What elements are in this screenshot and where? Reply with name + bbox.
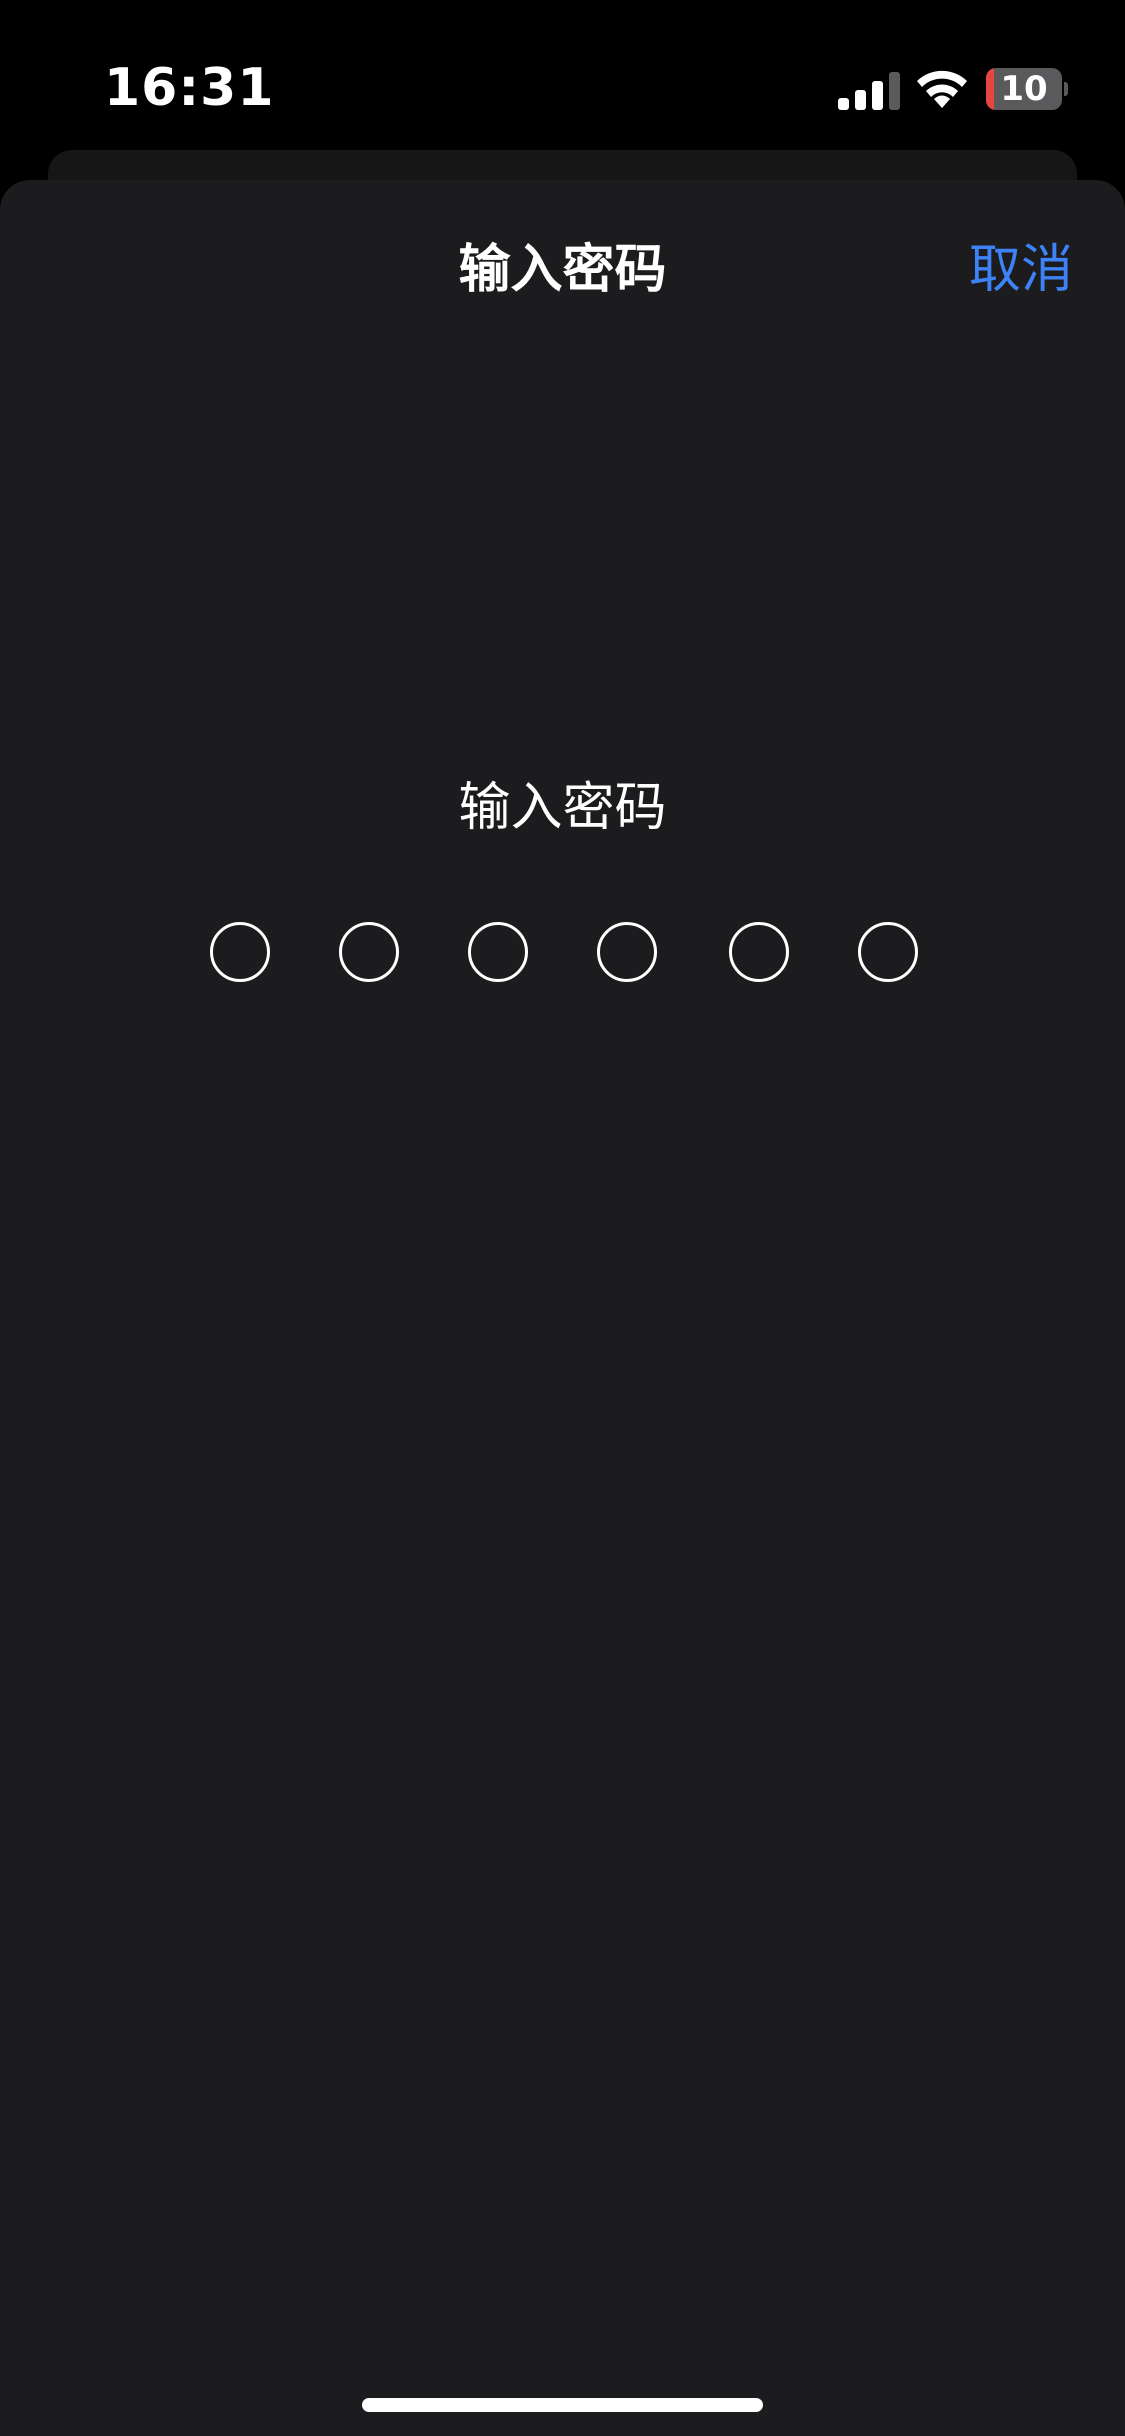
passcode-dot	[210, 922, 270, 982]
passcode-dot	[339, 922, 399, 982]
nav-title: 输入密码	[458, 240, 667, 300]
passcode-dot	[729, 922, 789, 982]
passcode-dot	[858, 922, 918, 982]
status-time: 16:31	[104, 58, 275, 118]
signal-icon	[838, 72, 900, 110]
status-bar: 16:31 10	[0, 0, 1125, 150]
passcode-prompt: 输入密码	[458, 778, 667, 838]
passcode-dot	[597, 922, 657, 982]
passcode-dots[interactable]	[0, 922, 1125, 982]
home-indicator[interactable]	[362, 2398, 763, 2412]
passcode-sheet: 输入密码 取消 输入密码	[0, 180, 1125, 2436]
wifi-icon	[917, 70, 967, 108]
battery-body: 10	[986, 68, 1062, 110]
battery-level: 10	[1000, 69, 1048, 109]
battery-cap	[1064, 82, 1068, 96]
battery-icon: 10	[986, 68, 1068, 110]
passcode-dot	[468, 922, 528, 982]
cancel-button[interactable]: 取消	[969, 230, 1073, 310]
